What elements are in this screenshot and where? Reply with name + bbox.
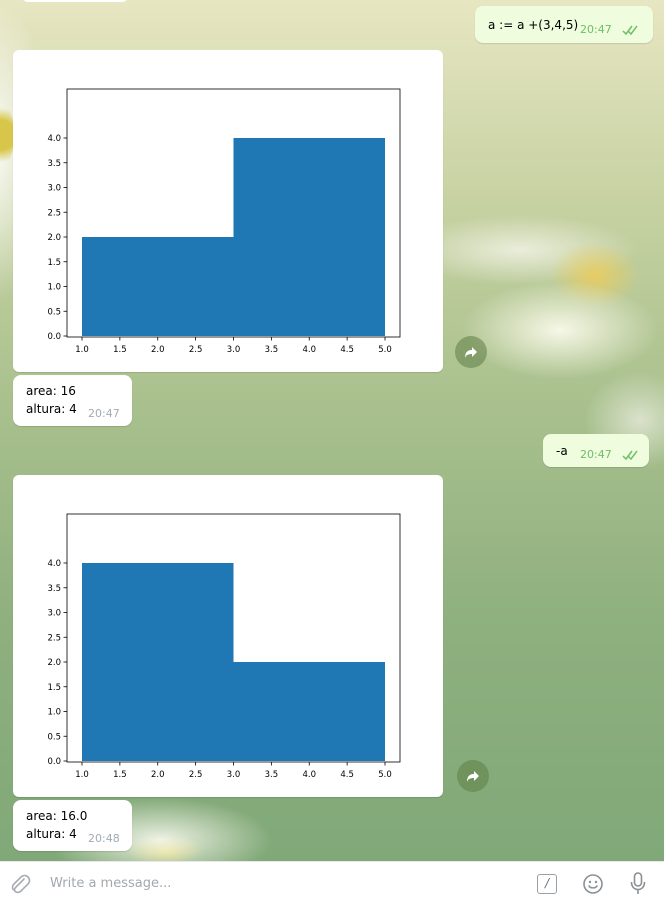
slash-command-icon[interactable]: /	[537, 874, 557, 894]
chart-area-fill	[82, 563, 385, 761]
message-time: 20:47	[88, 407, 120, 420]
message-text: -a	[556, 444, 568, 458]
x-tick-label: 1.5	[113, 345, 127, 355]
y-tick-label: 0.0	[47, 757, 61, 767]
y-tick-label: 1.5	[47, 258, 61, 268]
previous-message-edge	[22, 0, 128, 2]
y-tick-label: 1.0	[47, 283, 61, 293]
background-wallpaper	[0, 100, 14, 170]
y-tick-label: 2.5	[47, 633, 61, 643]
message-outgoing[interactable]: a := a +(3,4,5) 20:47	[475, 6, 653, 43]
x-tick-label: 1.5	[113, 770, 127, 780]
y-tick-label: 4.0	[47, 134, 61, 144]
x-tick-label: 4.5	[340, 345, 354, 355]
y-tick-label: 0.5	[47, 732, 61, 742]
x-tick-label: 1.0	[75, 345, 89, 355]
x-tick-label: 2.5	[189, 345, 203, 355]
message-line: area: 16	[26, 384, 76, 398]
y-tick-label: 0.5	[47, 307, 61, 317]
y-tick-label: 4.0	[47, 559, 61, 569]
y-tick-label: 2.0	[47, 658, 61, 668]
double-check-icon	[622, 25, 638, 36]
y-tick-label: 3.0	[47, 184, 61, 194]
x-tick-label: 2.0	[151, 770, 165, 780]
x-tick-label: 4.0	[302, 770, 316, 780]
message-time: 20:47	[580, 448, 612, 461]
x-tick-label: 2.0	[151, 345, 165, 355]
paperclip-icon[interactable]	[9, 872, 31, 896]
message-line: altura: 4	[26, 402, 77, 416]
photo-message[interactable]: 1.0 1.5 2.0 2.5 3.0 3.5 4.0 4.5 5.0 0.0 0.5 1.0 1.5 2…	[13, 475, 443, 797]
x-tick-label: 1.0	[75, 770, 89, 780]
x-tick-label: 4.0	[302, 345, 316, 355]
x-tick-label: 3.5	[265, 770, 279, 780]
message-line: area: 16.0	[26, 809, 88, 823]
message-input[interactable]	[50, 876, 470, 891]
photo-message[interactable]: 1.0 1.5 2.0 2.5 3.0 3.5 4.0 4.5 5.0 0.0 0.5 1.0 1.5 2…	[13, 50, 443, 372]
y-tick-label: 3.5	[47, 584, 61, 594]
y-tick-label: 1.0	[47, 708, 61, 718]
x-tick-label: 5.0	[378, 770, 392, 780]
message-incoming[interactable]: area: 16 altura: 4 20:47	[13, 375, 132, 426]
message-incoming[interactable]: area: 16.0 altura: 4 20:48	[13, 800, 132, 851]
chart-area-fill	[82, 138, 385, 336]
x-tick-label: 2.5	[189, 770, 203, 780]
share-button[interactable]	[455, 336, 487, 368]
microphone-icon[interactable]	[628, 871, 648, 897]
message-time: 20:47	[580, 23, 612, 36]
y-tick-label: 3.5	[47, 159, 61, 169]
share-arrow-icon	[465, 347, 477, 358]
chart: 1.0 1.5 2.0 2.5 3.0 3.5 4.0 4.5 5.0 0.0 0.5 1.0 1.5 2…	[47, 88, 401, 355]
x-tick-label: 3.0	[227, 345, 241, 355]
message-outgoing[interactable]: -a 20:47	[543, 434, 649, 467]
y-tick-label: 2.5	[47, 208, 61, 218]
message-time: 20:48	[88, 832, 120, 845]
share-arrow-icon	[467, 771, 479, 782]
message-text: a := a +(3,4,5)	[488, 18, 579, 32]
x-tick-label: 5.0	[378, 345, 392, 355]
emoji-icon[interactable]	[582, 873, 604, 895]
y-tick-label: 3.0	[47, 609, 61, 619]
x-tick-label: 3.0	[227, 770, 241, 780]
y-tick-label: 2.0	[47, 233, 61, 243]
y-tick-label: 1.5	[47, 683, 61, 693]
double-check-icon	[622, 450, 638, 461]
message-line: altura: 4	[26, 827, 77, 841]
share-button[interactable]	[457, 760, 489, 792]
x-tick-label: 4.5	[340, 770, 354, 780]
y-tick-label: 0.0	[47, 332, 61, 342]
chart: 1.0 1.5 2.0 2.5 3.0 3.5 4.0 4.5 5.0 0.0 0.5 1.0 1.5 2…	[47, 513, 401, 780]
x-tick-label: 3.5	[265, 345, 279, 355]
message-composer: /	[0, 861, 664, 908]
